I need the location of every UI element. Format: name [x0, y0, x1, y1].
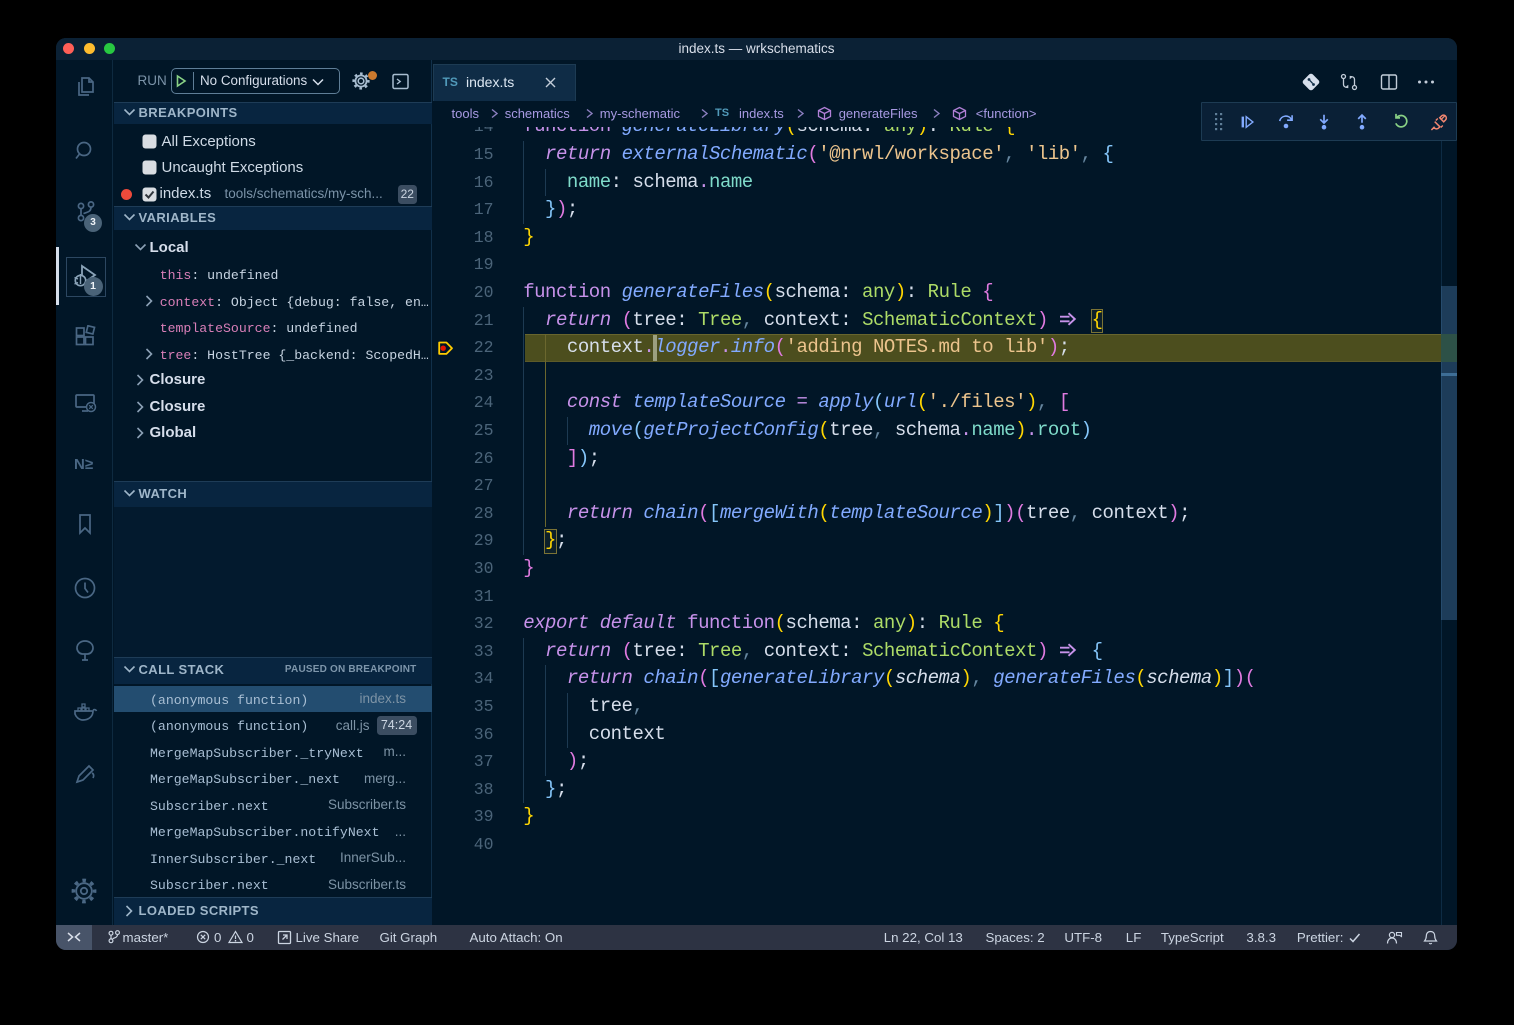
svg-text:N≥: N≥ [74, 456, 93, 473]
